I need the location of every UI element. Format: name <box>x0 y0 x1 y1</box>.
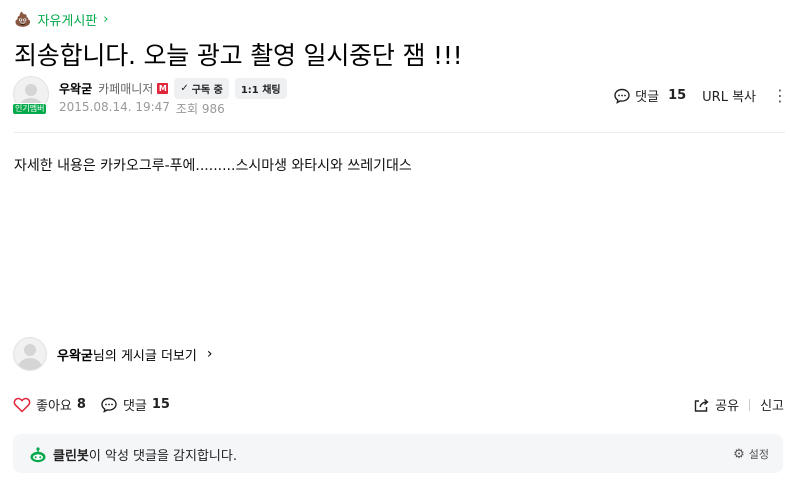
subscribe-label: 구독 중 <box>191 85 223 96</box>
author-more-link[interactable]: 우왁굳님의 게시글 더보기 › <box>13 337 212 371</box>
comment-icon <box>101 397 117 413</box>
author-more-suffix: 님의 게시글 더보기 <box>92 348 197 364</box>
breadcrumb[interactable]: 💩 자유게시판 › <box>14 10 109 30</box>
like-label: 좋아요 <box>36 399 72 414</box>
chevron-right-icon: › <box>206 346 213 362</box>
subscribe-button[interactable]: ✓ 구독 중 <box>174 78 229 99</box>
chat-button[interactable]: 1:1 채팅 <box>234 78 287 99</box>
post-title: 죄송합니다. 오늘 광고 촬영 일시중단 잼 !!! <box>14 41 463 70</box>
author-role: 카페매니저 <box>98 82 154 96</box>
share-label: 공유 <box>715 399 740 414</box>
comment-label: 댓글 <box>635 90 660 105</box>
report-button[interactable]: 신고 <box>760 395 784 414</box>
manager-badge-icon: M <box>157 83 169 94</box>
post-meta: 2015.08.14. 19:47 조회 986 <box>59 100 225 117</box>
chevron-right-icon: › <box>103 12 109 27</box>
post-body: 자세한 내용은 카카오그루-푸에.........스시마생 와타시와 쓰레기대스 <box>14 158 412 174</box>
poop-icon: 💩 <box>14 11 32 28</box>
cleanbot-bar: 클린봇이 악성 댓글을 감지합니다. ⚙ 설정 <box>13 434 783 473</box>
author-info: 우왁굳 카페매니저 M ✓ 구독 중 1:1 채팅 <box>59 78 287 99</box>
cleanbot-name: 클린봇 <box>53 449 89 464</box>
avatar[interactable] <box>13 337 47 371</box>
cleanbot-icon <box>30 446 46 462</box>
heart-icon <box>13 397 31 413</box>
separator <box>749 398 751 411</box>
author-more-nickname: 우왁굳 <box>57 348 93 364</box>
comment-count: 15 <box>151 397 170 412</box>
comment-button-bottom[interactable]: 댓글 15 <box>100 395 170 414</box>
board-link[interactable]: 자유게시판 <box>37 10 97 29</box>
top-actions: 댓글 15 URL 복사 ⋮ <box>613 86 788 105</box>
like-count: 8 <box>76 397 86 412</box>
bottom-actions-right: 공유 신고 <box>693 395 784 414</box>
post-views: 조회 986 <box>175 102 225 116</box>
more-options-icon[interactable]: ⋮ <box>772 87 788 104</box>
share-icon <box>694 398 709 412</box>
comment-button-top[interactable]: 댓글 15 <box>613 86 686 105</box>
gear-icon: ⚙ <box>733 446 745 462</box>
share-button[interactable]: 공유 <box>693 395 739 414</box>
comment-label: 댓글 <box>122 399 147 414</box>
cleanbot-message: 이 악성 댓글을 감지합니다. <box>88 449 237 464</box>
cleanbot-notice: 클린봇이 악성 댓글을 감지합니다. <box>29 445 237 464</box>
cleanbot-settings-button[interactable]: ⚙ 설정 <box>733 446 769 462</box>
comment-icon <box>614 88 630 104</box>
like-button[interactable]: 좋아요 8 <box>13 395 86 414</box>
url-copy-button[interactable]: URL 복사 <box>702 86 756 105</box>
settings-label: 설정 <box>748 448 769 461</box>
post-date: 2015.08.14. 19:47 <box>59 100 170 114</box>
bottom-actions-left: 좋아요 8 댓글 15 <box>13 395 170 414</box>
author-avatar[interactable]: 인기멤버 <box>12 76 49 115</box>
check-icon: ✓ <box>180 83 189 94</box>
divider <box>14 132 785 133</box>
comment-count: 15 <box>668 88 687 103</box>
author-nickname[interactable]: 우왁굳 <box>59 80 92 97</box>
level-badge: 인기멤버 <box>12 103 48 115</box>
